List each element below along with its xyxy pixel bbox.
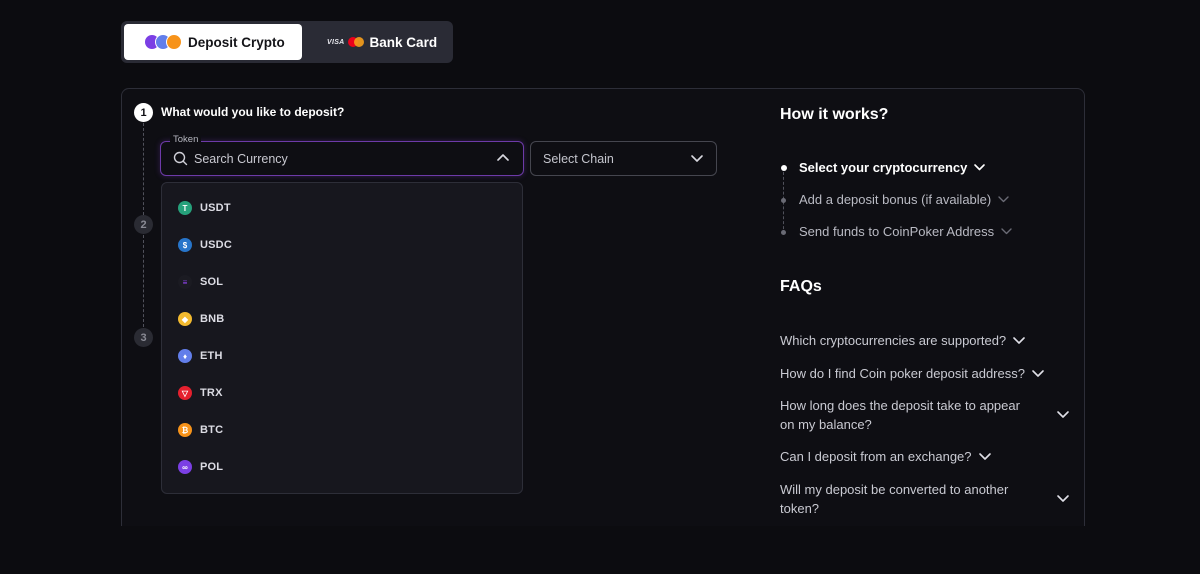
chevron-down-icon bbox=[691, 155, 703, 162]
how-it-works-connector bbox=[783, 172, 784, 234]
chevron-down-icon bbox=[998, 196, 1009, 203]
tab-bank-card-label: Bank Card bbox=[369, 34, 438, 50]
deposit-method-tabs: Deposit Crypto VISA Bank Card bbox=[121, 21, 453, 63]
faq-question-line: token? bbox=[780, 501, 820, 516]
currency-option-label: USDC bbox=[200, 239, 232, 251]
how-step-label: Select your cryptocurrency bbox=[799, 160, 968, 175]
currency-option-usdt[interactable]: T USDT bbox=[178, 198, 231, 218]
chevron-down-icon bbox=[1001, 228, 1012, 235]
faq-item-exchange-deposit[interactable]: Can I deposit from an exchange? bbox=[780, 447, 992, 466]
chevron-down-icon[interactable] bbox=[1056, 494, 1070, 503]
step-2-indicator: 2 bbox=[134, 215, 153, 234]
search-icon bbox=[173, 151, 188, 166]
tab-deposit-crypto[interactable]: Deposit Crypto bbox=[124, 24, 302, 60]
currency-option-label: BTC bbox=[200, 424, 224, 436]
currency-option-label: USDT bbox=[200, 202, 231, 214]
currency-option-label: SOL bbox=[200, 276, 224, 288]
how-step-select-crypto[interactable]: Select your cryptocurrency bbox=[799, 160, 986, 175]
step-3-indicator: 3 bbox=[134, 328, 153, 347]
select-chain-dropdown[interactable]: Select Chain bbox=[530, 141, 717, 176]
how-it-works-heading: How it works? bbox=[780, 106, 889, 123]
chevron-up-icon[interactable] bbox=[496, 152, 510, 162]
mastercard-logo-icon bbox=[347, 37, 364, 47]
faq-question-line: Will my deposit be converted to another bbox=[780, 482, 1009, 497]
visa-logo-icon: VISA bbox=[327, 38, 345, 46]
faq-item-supported-currencies[interactable]: Which cryptocurrencies are supported? bbox=[780, 331, 1026, 350]
step-bullet bbox=[781, 230, 786, 235]
currency-option-label: TRX bbox=[200, 387, 223, 399]
faq-question-line: on my balance? bbox=[780, 417, 872, 432]
how-step-add-bonus[interactable]: Add a deposit bonus (if available) bbox=[799, 192, 1010, 207]
page-bottom-area bbox=[0, 526, 1200, 574]
chevron-down-icon bbox=[974, 164, 986, 171]
faq-item-token-conversion[interactable]: Will my deposit be converted to another … bbox=[780, 480, 1008, 518]
crypto-coins-icon bbox=[144, 34, 182, 50]
chevron-down-icon[interactable] bbox=[1056, 410, 1070, 419]
pol-icon: ∞ bbox=[178, 460, 192, 474]
token-field-label: Token bbox=[170, 134, 202, 145]
currency-option-trx[interactable]: ▽ TRX bbox=[178, 383, 223, 403]
how-step-label: Send funds to CoinPoker Address bbox=[799, 224, 995, 239]
tab-bank-card[interactable]: VISA Bank Card bbox=[302, 24, 450, 60]
currency-option-sol[interactable]: ≡ SOL bbox=[178, 272, 223, 292]
currency-option-label: POL bbox=[200, 461, 224, 473]
currency-option-label: BNB bbox=[200, 313, 225, 325]
faq-item-deposit-address[interactable]: How do I find Coin poker deposit address… bbox=[780, 364, 1045, 383]
faq-question-line: How long does the deposit take to appear bbox=[780, 398, 1020, 413]
currency-option-pol[interactable]: ∞ POL bbox=[178, 457, 223, 477]
how-step-send-funds[interactable]: Send funds to CoinPoker Address bbox=[799, 224, 1013, 239]
currency-dropdown-list: T USDT $ USDC ≡ SOL ◆ BNB ♦ ETH ▽ TRX ₿ … bbox=[161, 182, 523, 494]
bnb-icon: ◆ bbox=[178, 312, 192, 326]
step-1-indicator: 1 bbox=[134, 103, 153, 122]
step-connector bbox=[143, 123, 144, 215]
tab-deposit-crypto-label: Deposit Crypto bbox=[188, 34, 285, 50]
select-chain-label: Select Chain bbox=[543, 151, 614, 166]
currency-option-usdc[interactable]: $ USDC bbox=[178, 235, 232, 255]
usdt-icon: T bbox=[178, 201, 192, 215]
eth-icon: ♦ bbox=[178, 349, 192, 363]
usdc-icon: $ bbox=[178, 238, 192, 252]
faq-question: How do I find Coin poker deposit address… bbox=[780, 366, 1025, 381]
faq-item-deposit-time[interactable]: How long does the deposit take to appear… bbox=[780, 396, 1020, 434]
chevron-down-icon bbox=[1013, 337, 1025, 344]
chevron-down-icon bbox=[978, 453, 991, 460]
step-bullet bbox=[781, 198, 786, 203]
chevron-down-icon bbox=[1032, 370, 1044, 377]
faqs-heading: FAQs bbox=[780, 278, 822, 295]
sol-icon: ≡ bbox=[178, 275, 192, 289]
step-connector bbox=[143, 235, 144, 327]
search-currency-input[interactable] bbox=[194, 150, 474, 168]
faq-question: Can I deposit from an exchange? bbox=[780, 449, 972, 464]
currency-option-label: ETH bbox=[200, 350, 223, 362]
trx-icon: ▽ bbox=[178, 386, 192, 400]
currency-option-eth[interactable]: ♦ ETH bbox=[178, 346, 223, 366]
how-step-label: Add a deposit bonus (if available) bbox=[799, 192, 992, 207]
btc-icon: ₿ bbox=[178, 423, 192, 437]
currency-option-bnb[interactable]: ◆ BNB bbox=[178, 309, 224, 329]
step-1-title: What would you like to deposit? bbox=[161, 105, 345, 119]
faq-question: Which cryptocurrencies are supported? bbox=[780, 333, 1007, 348]
currency-option-btc[interactable]: ₿ BTC bbox=[178, 420, 223, 440]
step-bullet-active bbox=[781, 165, 787, 171]
